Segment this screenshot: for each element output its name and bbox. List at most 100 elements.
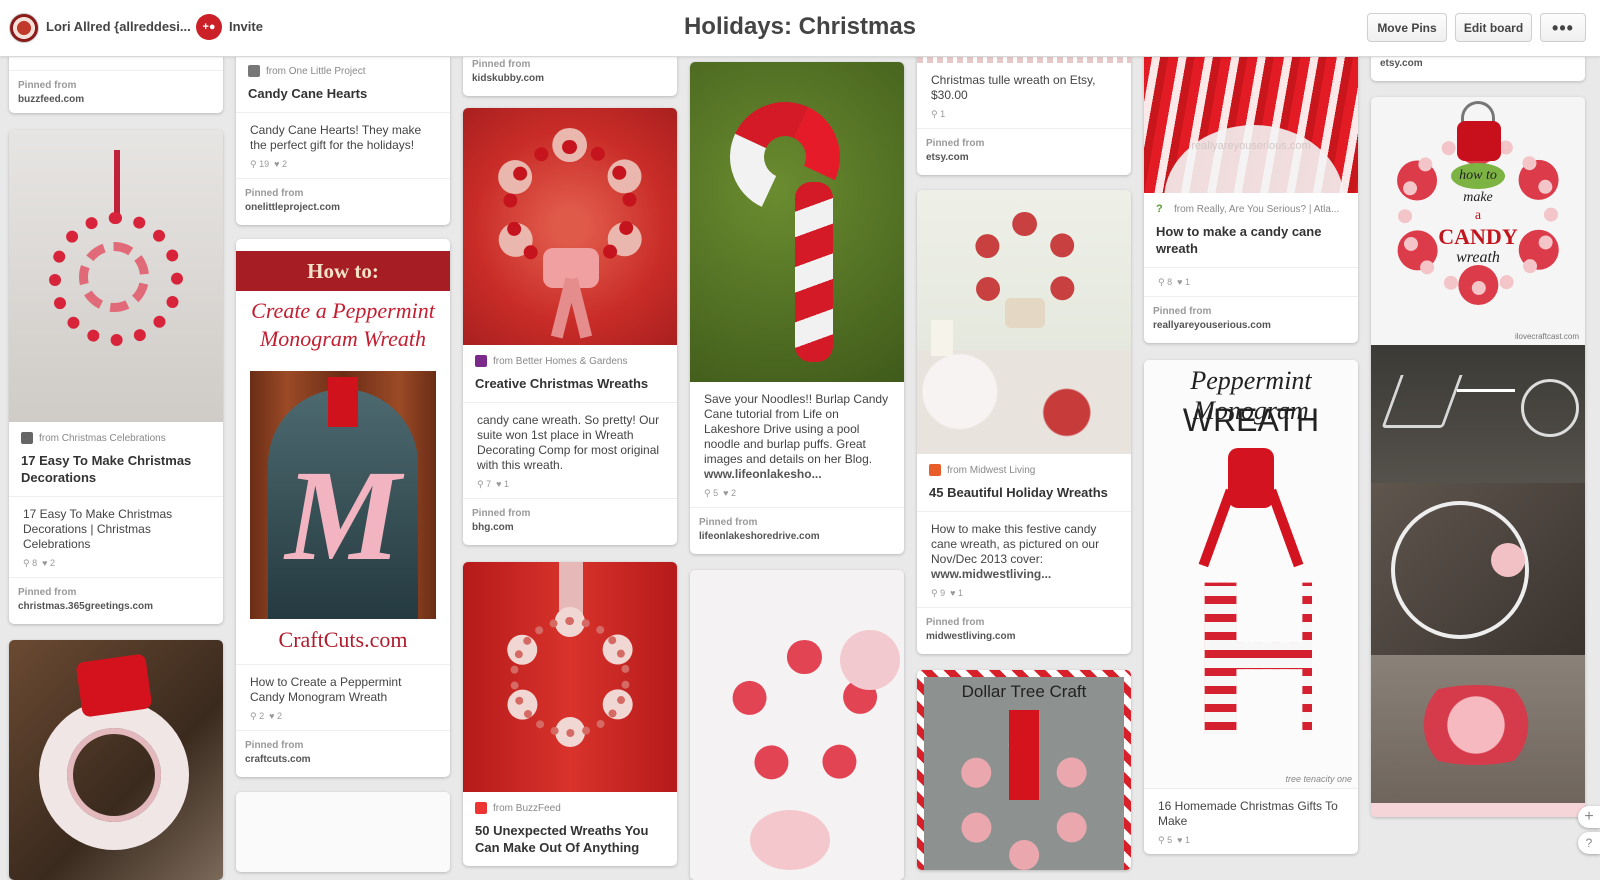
pin-card[interactable]: from One Little Project Candy Cane Heart… — [236, 45, 450, 225]
pin-card[interactable] — [9, 640, 223, 880]
pin-image[interactable] — [9, 640, 223, 880]
pin-stats: ⚲ 5 ♥ 1 — [1158, 835, 1190, 845]
pinned-from[interactable]: Pinned from buzzfeed.com — [9, 70, 223, 113]
pinned-from[interactable]: Pinned from midwestliving.com — [917, 607, 1131, 654]
pin-image[interactable] — [236, 792, 450, 872]
pin-domain[interactable]: reallyareyouserious.com — [1153, 319, 1349, 333]
pin-card[interactable]: Save your Noodles!! Burlap Candy Cane tu… — [690, 62, 904, 554]
owner-avatar[interactable] — [9, 13, 39, 43]
pin-card[interactable]: from Better Homes & Gardens Creative Chr… — [463, 108, 677, 545]
pin-icon: ⚲ — [23, 558, 33, 568]
pin-image[interactable]: how to make a CANDY wreath ilovecraftcas… — [1371, 97, 1585, 345]
pin-image[interactable]: Dollar Tree Craft — [917, 670, 1131, 870]
pin-image[interactable]: reallyareyouserious.com — [1144, 45, 1358, 193]
edit-board-button[interactable]: Edit board — [1455, 13, 1532, 42]
pin-stats: ⚲ 8 ♥ 1 — [1144, 267, 1358, 296]
pinned-from[interactable]: Pinned from bhg.com — [463, 498, 677, 545]
source-favicon-icon — [21, 432, 33, 444]
pin-source[interactable]: from Midwest Living — [917, 454, 1131, 476]
heart-icon: ♥ — [274, 159, 282, 169]
pin-domain[interactable]: onelittleproject.com — [245, 201, 441, 215]
pin-title[interactable]: 45 Beautiful Holiday Wreaths — [917, 476, 1131, 511]
pin-image[interactable] — [690, 570, 904, 880]
pin-description: Candy Cane Hearts! They make the perfect… — [236, 112, 450, 159]
pin-domain[interactable]: lifeonlakeshoredrive.com — [699, 530, 895, 544]
pinned-from[interactable]: Pinned from etsy.com — [917, 128, 1131, 175]
pin-image[interactable] — [690, 62, 904, 382]
pin-domain[interactable]: buzzfeed.com — [18, 93, 214, 107]
owner-name[interactable]: Lori Allred {allreddesi... — [46, 19, 191, 34]
pin-card[interactable]: how to make a CANDY wreath ilovecraftcas… — [1371, 97, 1585, 817]
pin-description: Save your Noodles!! Burlap Candy Cane tu… — [704, 392, 889, 481]
heart-icon: ♥ — [950, 588, 958, 598]
pin-title[interactable]: 50 Unexpected Wreaths You Can Make Out O… — [463, 814, 677, 866]
help-icon[interactable]: ? — [1578, 832, 1600, 854]
pin-icon: ⚲ — [704, 488, 714, 498]
pin-icon: ⚲ — [250, 711, 260, 721]
pin-title[interactable]: Candy Cane Hearts — [236, 77, 450, 112]
add-pin-button[interactable]: + — [1578, 806, 1600, 828]
pin-stats: ⚲ 7 ♥ 1 — [477, 479, 509, 489]
pin-card[interactable] — [690, 570, 904, 880]
pin-card[interactable]: Peppermint Monogram WREATH H tree tenaci… — [1144, 360, 1358, 854]
pin-description: How to Create a Peppermint Candy Monogra… — [236, 664, 450, 711]
pin-source[interactable]: from Better Homes & Gardens — [463, 345, 677, 367]
pin-link[interactable]: www.midwestliving... — [931, 567, 1051, 581]
pin-title[interactable]: 17 Easy To Make Christmas Decorations — [9, 444, 223, 496]
more-options-button[interactable]: ••• — [1540, 13, 1586, 42]
pin-description: candy cane wreath. So pretty! Our suite … — [463, 402, 677, 479]
pin-icon: ⚲ — [477, 479, 487, 489]
pin-card[interactable]: from BuzzFeed 50 Unexpected Wreaths You … — [463, 562, 677, 866]
pin-card[interactable]: Dollar Tree Craft — [917, 670, 1131, 870]
source-favicon-icon — [248, 65, 260, 77]
pin-card[interactable] — [236, 792, 450, 872]
pin-icon: ⚲ — [1158, 277, 1168, 287]
pin-domain[interactable]: craftcuts.com — [245, 753, 441, 767]
pin-stats: ⚲ 2 ♥ 2 — [250, 711, 282, 721]
pinned-from[interactable]: Pinned from craftcuts.com — [236, 730, 450, 777]
pin-card[interactable]: reallyareyouserious.com ? from Really, Ar… — [1144, 45, 1358, 343]
pin-image[interactable]: Peppermint Monogram WREATH H tree tenaci… — [1144, 360, 1358, 788]
pin-domain[interactable]: midwestliving.com — [926, 630, 1122, 644]
pin-icon: ⚲ — [1158, 835, 1168, 845]
more-dots-icon: ••• — [1552, 17, 1574, 38]
pinned-from[interactable]: Pinned from reallyareyouserious.com — [1144, 296, 1358, 343]
pin-card[interactable]: from Christmas Celebrations 17 Easy To M… — [9, 130, 223, 624]
pin-image[interactable] — [9, 130, 223, 422]
pin-icon: ⚲ — [250, 159, 260, 169]
pin-stats: ⚲ 19 ♥ 2 — [250, 159, 287, 169]
pin-card[interactable]: Christmas tulle wreath on Etsy, $30.00 ⚲… — [917, 45, 1131, 175]
pin-domain[interactable]: etsy.com — [1380, 57, 1576, 71]
pin-description: 16 Homemade Christmas Gifts To Make — [1144, 788, 1358, 835]
pin-domain[interactable]: kidskubby.com — [472, 72, 668, 86]
heart-icon: ♥ — [496, 479, 504, 489]
pin-image[interactable]: How to: Create a Peppermint Monogram Wre… — [236, 239, 450, 664]
heart-icon: ♥ — [1177, 277, 1185, 287]
pin-image[interactable] — [917, 190, 1131, 454]
source-favicon-icon: ? — [1156, 203, 1168, 215]
pin-source[interactable]: ? from Really, Are You Serious? | Atla... — [1144, 193, 1358, 215]
pin-domain[interactable]: bhg.com — [472, 521, 668, 535]
pinned-from[interactable]: Pinned from christmas.365greetings.com — [9, 577, 223, 624]
pin-image[interactable] — [463, 108, 677, 345]
pin-link[interactable]: www.lifeonlakesho... — [704, 467, 822, 481]
pin-domain[interactable]: etsy.com — [926, 151, 1122, 165]
pinned-from[interactable]: Pinned from lifeonlakeshoredrive.com — [690, 507, 904, 554]
move-pins-button[interactable]: Move Pins — [1367, 13, 1447, 42]
pin-source[interactable]: from Christmas Celebrations — [9, 422, 223, 444]
source-favicon-icon — [475, 802, 487, 814]
pin-icon: ⚲ — [931, 109, 941, 119]
pin-title[interactable]: How to make a candy cane wreath — [1144, 215, 1358, 267]
source-favicon-icon — [929, 464, 941, 476]
pin-title[interactable]: Creative Christmas Wreaths — [463, 367, 677, 402]
pin-image[interactable] — [463, 562, 677, 792]
pinned-from[interactable]: Pinned from onelittleproject.com — [236, 178, 450, 225]
pin-source[interactable]: from BuzzFeed — [463, 792, 677, 814]
pin-card[interactable]: from Midwest Living 45 Beautiful Holiday… — [917, 190, 1131, 654]
pin-card[interactable]: How to: Create a Peppermint Monogram Wre… — [236, 239, 450, 777]
invite-button[interactable]: Invite — [229, 19, 263, 34]
pin-stats: ⚲ 5 ♥ 2 — [704, 488, 736, 498]
add-person-icon[interactable]: +● — [196, 14, 222, 40]
pin-domain[interactable]: christmas.365greetings.com — [18, 600, 214, 614]
source-favicon-icon — [475, 355, 487, 367]
